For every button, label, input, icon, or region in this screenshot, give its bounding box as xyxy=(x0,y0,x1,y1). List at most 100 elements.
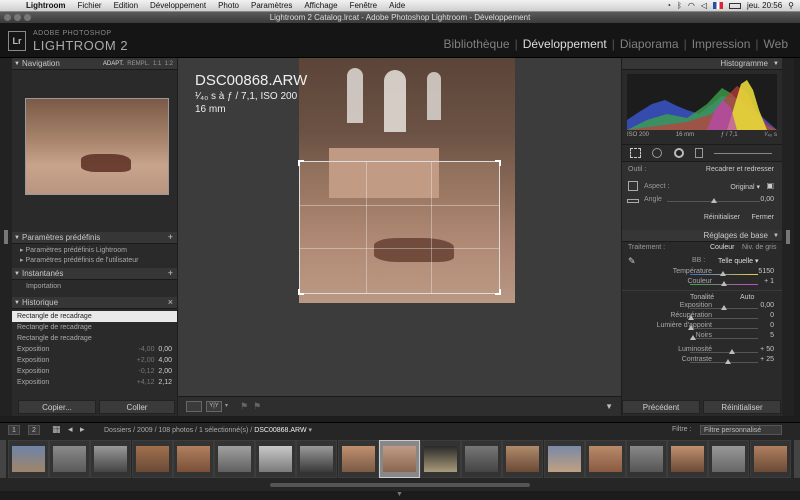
volume-icon[interactable]: ◁ xyxy=(701,1,707,10)
treatment-color[interactable]: Couleur xyxy=(710,244,735,251)
filmstrip-thumbnail[interactable] xyxy=(337,440,379,478)
aspect-select[interactable]: Original ▾ xyxy=(730,183,760,191)
crop-handle[interactable] xyxy=(298,160,304,166)
spotlight-icon[interactable]: ⚲ xyxy=(788,1,794,10)
preset-folder[interactable]: ▸ Paramètres prédéfinis Lightroom xyxy=(12,246,177,256)
history-item[interactable]: Exposition -4,00 0,00 xyxy=(12,344,177,355)
slider-knob[interactable] xyxy=(688,325,695,330)
slider-track[interactable] xyxy=(690,338,758,339)
module-web[interactable]: Web xyxy=(764,37,788,51)
history-header[interactable]: ▼ Historique × xyxy=(12,297,177,309)
zoom-window-icon[interactable] xyxy=(24,14,31,21)
histogram[interactable]: ISO 200 16 mm ƒ / 7,1 ¹⁄₄₀ s xyxy=(622,70,782,144)
filmstrip-thumbnail[interactable] xyxy=(502,440,544,478)
crop-frame-icon[interactable] xyxy=(628,181,638,191)
menu-photo[interactable]: Photo xyxy=(212,1,245,10)
filmstrip-thumbnail[interactable] xyxy=(296,440,338,478)
menu-fenetre[interactable]: Fenêtre xyxy=(344,1,384,10)
presets-header[interactable]: ▼ Paramètres prédéfinis + xyxy=(12,232,177,244)
copy-settings-button[interactable]: Copier... xyxy=(18,400,96,414)
filmstrip-thumbnail[interactable] xyxy=(172,440,214,478)
menu-affichage[interactable]: Affichage xyxy=(298,1,343,10)
bottom-panel-toggle[interactable]: ▼ xyxy=(0,491,800,500)
slider-wb[interactable]: Couleur + 1 xyxy=(622,278,782,288)
reset-button[interactable]: Réinitialiser xyxy=(703,400,781,414)
back-arrow-icon[interactable]: ◂ xyxy=(68,424,73,435)
history-item[interactable]: Rectangle de recadrage xyxy=(12,322,177,333)
close-window-icon[interactable] xyxy=(4,14,11,21)
graduated-filter-icon[interactable] xyxy=(695,148,703,158)
slider-pres[interactable]: Luminosité + 50 xyxy=(622,346,782,356)
menu-parametres[interactable]: Paramètres xyxy=(245,1,298,10)
wifi-icon[interactable]: ◠ xyxy=(688,1,695,10)
module-developpement[interactable]: Développement xyxy=(523,37,607,51)
navigator-thumbnail[interactable] xyxy=(25,98,169,195)
menu-developpement[interactable]: Développement xyxy=(144,1,212,10)
crop-overlay[interactable] xyxy=(298,160,501,295)
add-snapshot-icon[interactable]: + xyxy=(168,267,173,279)
slider-value[interactable]: 0 xyxy=(770,312,774,319)
nav-zoom-adapt[interactable]: ADAPT. xyxy=(103,61,124,67)
filmstrip-thumbnail[interactable] xyxy=(8,440,49,478)
paste-settings-button[interactable]: Coller xyxy=(99,400,175,414)
collapse-triangle-icon[interactable]: ▼ xyxy=(773,58,779,70)
bluetooth-icon[interactable]: ᛒ xyxy=(677,1,682,10)
slider-track[interactable] xyxy=(690,352,758,353)
slider-tone[interactable]: Exposition 0,00 xyxy=(622,302,782,312)
module-impression[interactable]: Impression xyxy=(692,37,751,51)
nav-zoom-1-2[interactable]: 1:2 xyxy=(165,61,173,67)
filmstrip-thumbnail[interactable] xyxy=(255,440,297,478)
filmstrip-right-arrow-icon[interactable] xyxy=(794,440,800,478)
slider-value[interactable]: + 50 xyxy=(760,346,774,353)
module-diaporama[interactable]: Diaporama xyxy=(620,37,679,51)
right-panel-toggle[interactable] xyxy=(782,58,794,416)
adjustment-brush-icon[interactable] xyxy=(714,150,772,154)
crop-close-button[interactable]: Fermer xyxy=(751,214,774,221)
bottom-edge-arrow-icon[interactable]: ▼ xyxy=(396,491,403,498)
filmstrip-thumbnail[interactable] xyxy=(90,440,132,478)
filmstrip-thumbnail[interactable] xyxy=(378,440,420,478)
slider-knob[interactable] xyxy=(721,281,727,286)
menu-edition[interactable]: Edition xyxy=(108,1,144,10)
before-after-dropdown-icon[interactable]: ▾ xyxy=(225,402,228,409)
filmstrip-thumbnail[interactable] xyxy=(626,440,667,478)
loupe-view[interactable]: DSC00868.ARW ¹⁄₄₀ s à ƒ / 7,1, ISO 200 1… xyxy=(178,58,621,396)
slider-tone[interactable]: Lumière d'appoint 0 xyxy=(622,322,782,332)
red-eye-icon[interactable] xyxy=(674,148,684,158)
crop-handle[interactable] xyxy=(495,160,501,166)
screen-2-button[interactable]: 2 xyxy=(28,425,40,435)
filmstrip-thumbnail[interactable] xyxy=(667,440,709,478)
slider-tone[interactable]: Récupération 0 xyxy=(622,312,782,322)
nav-zoom-1-1[interactable]: 1:1 xyxy=(153,61,161,67)
collapse-triangle-icon[interactable]: ▼ xyxy=(14,268,20,280)
flag-reject-icon[interactable]: ⚑ xyxy=(253,401,261,412)
slider-value[interactable]: 0,00 xyxy=(760,302,774,309)
slider-knob[interactable] xyxy=(710,198,717,203)
slider-tone[interactable]: Noirs 5 xyxy=(622,332,782,342)
collapse-triangle-icon[interactable]: ▼ xyxy=(14,297,20,309)
slider-value[interactable]: 5 xyxy=(770,332,774,339)
screen-1-button[interactable]: 1 xyxy=(8,425,20,435)
navigator-preview[interactable] xyxy=(12,70,177,232)
clear-history-icon[interactable]: × xyxy=(168,296,173,308)
sync-icon[interactable]: ◔ xyxy=(666,1,671,10)
collapse-triangle-icon[interactable]: ▼ xyxy=(773,230,779,242)
toolbar-menu-icon[interactable]: ▼ xyxy=(605,402,613,411)
filmstrip-thumbnail[interactable] xyxy=(584,440,626,478)
slider-value[interactable]: 0 xyxy=(770,322,774,329)
history-item[interactable]: Rectangle de recadrage xyxy=(12,311,177,322)
eyedropper-icon[interactable]: ✎ xyxy=(628,256,636,267)
lock-icon[interactable]: ▣ xyxy=(766,181,774,190)
slider-track[interactable] xyxy=(690,362,758,363)
filmstrip-left-arrow-icon[interactable] xyxy=(0,440,6,478)
flag-pick-icon[interactable]: ⚑ xyxy=(240,401,248,412)
battery-icon[interactable] xyxy=(729,2,741,9)
basic-header[interactable]: Réglages de base ▼ xyxy=(622,230,782,242)
left-panel-toggle[interactable] xyxy=(0,58,12,416)
slider-wb[interactable]: Température 5150 xyxy=(622,268,782,278)
slider-value[interactable]: + 1 xyxy=(764,278,774,285)
filmstrip-thumbnail[interactable] xyxy=(214,440,255,478)
menu-aide[interactable]: Aide xyxy=(383,1,411,10)
filmstrip-thumbnail[interactable] xyxy=(749,440,791,478)
filmstrip-thumbnail[interactable] xyxy=(461,440,503,478)
